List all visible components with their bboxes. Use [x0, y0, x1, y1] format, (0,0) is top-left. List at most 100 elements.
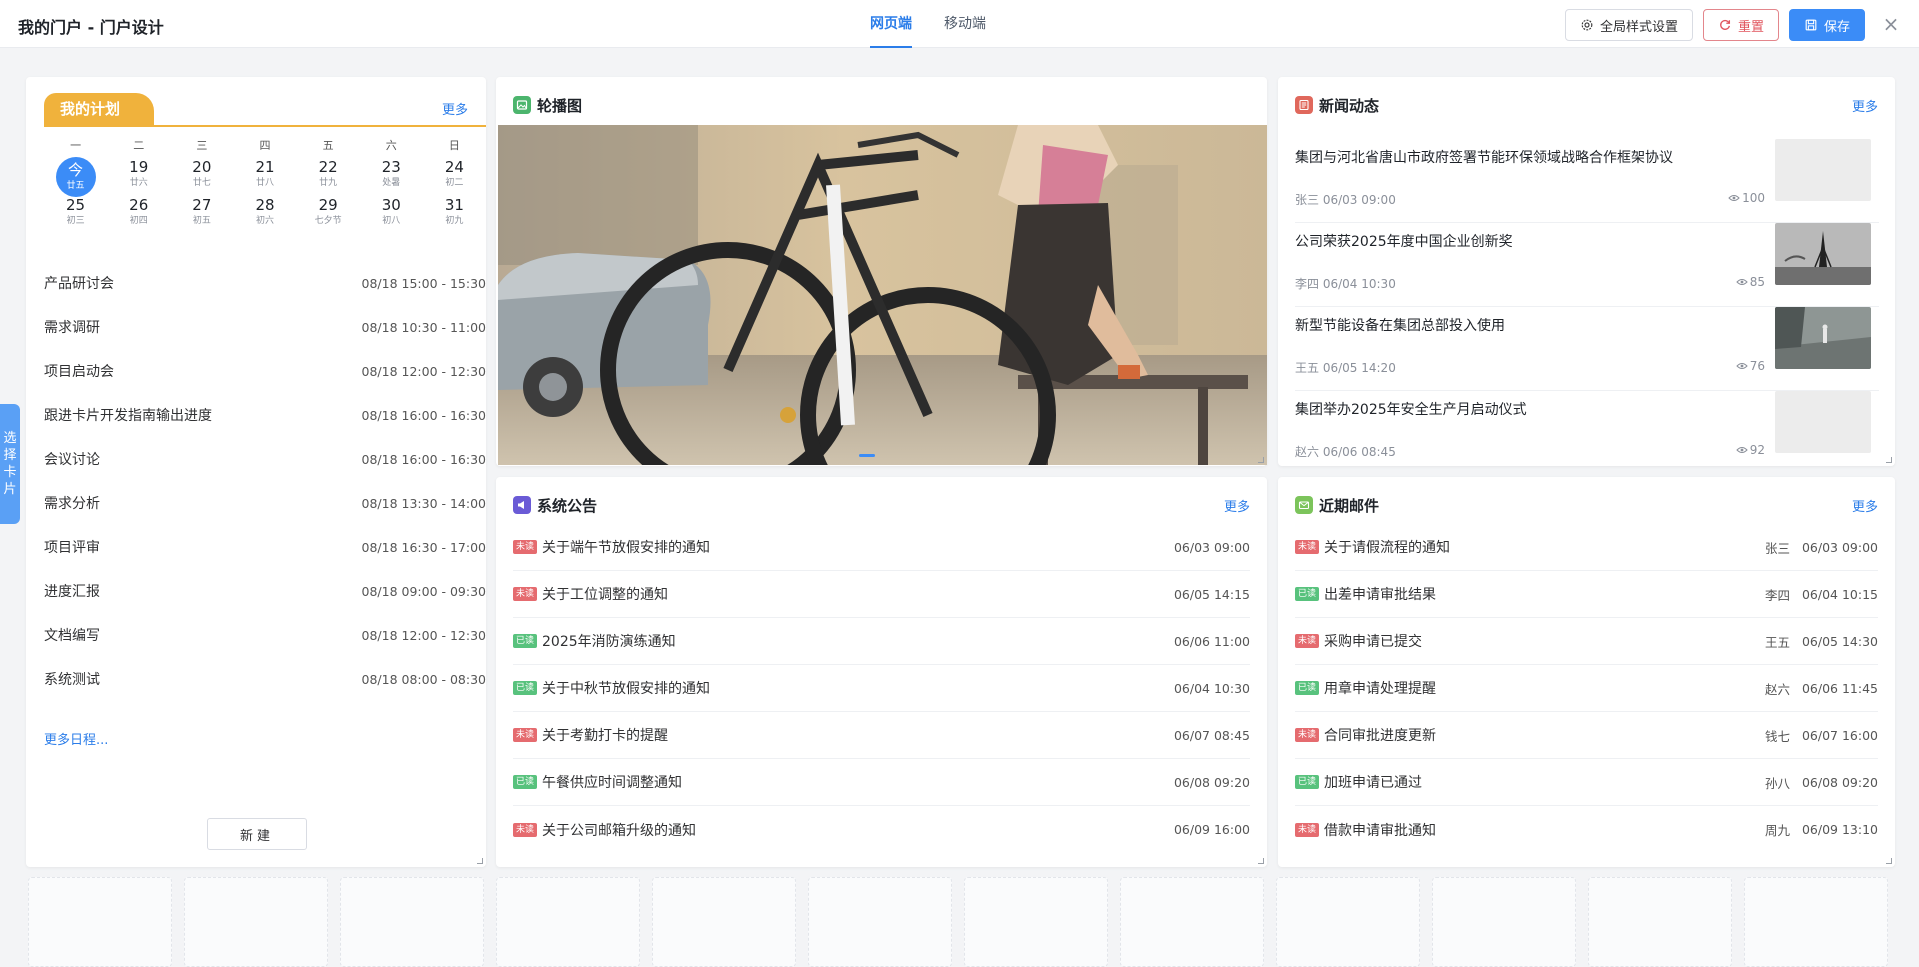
schedule-time: 08/18 16:30 - 17:00: [361, 539, 487, 555]
schedule-time: 08/18 08:00 - 08:30: [361, 671, 487, 687]
calendar-day[interactable]: 28 初六: [233, 195, 296, 237]
notice-item[interactable]: 未读 关于工位调整的通知 06/05 14:15: [513, 571, 1250, 618]
mail-item[interactable]: 未读 合同审批进度更新 钱七 06/07 16:00: [1295, 712, 1878, 759]
calendar-day[interactable]: 29 七夕节: [297, 195, 360, 237]
weekday: 六: [385, 139, 397, 152]
new-schedule-button[interactable]: 新建: [207, 818, 307, 850]
news-item[interactable]: 集团举办2025年安全生产月启动仪式 赵六 06/06 08:45 92: [1295, 391, 1879, 475]
news-view-count: 100: [1742, 191, 1765, 205]
schedule-name: 进度汇报: [44, 584, 100, 600]
notices-more-link[interactable]: 更多: [1224, 496, 1250, 515]
schedule-item[interactable]: 文档编写 08/18 12:00 - 12:30: [44, 613, 486, 657]
mails-more-link[interactable]: 更多: [1852, 496, 1878, 515]
save-button[interactable]: 保存: [1788, 9, 1865, 41]
plan-more-link[interactable]: 更多: [442, 99, 468, 118]
mail-sender: 赵六: [1764, 681, 1790, 697]
calendar-day-inner: 20 廿七: [170, 157, 233, 189]
schedule-item[interactable]: 跟进卡片开发指南输出进度 08/18 16:00 - 16:30: [44, 393, 486, 437]
calendar-day-inner: 19 廿六: [107, 157, 170, 189]
more-schedules-link[interactable]: 更多日程...: [44, 729, 108, 748]
notice-item[interactable]: 已读 关于中秋节放假安排的通知 06/04 10:30: [513, 665, 1250, 712]
calendar-lunar: 初九: [445, 216, 464, 226]
notice-item[interactable]: 未读 关于考勤打卡的提醒 06/07 08:45: [513, 712, 1250, 759]
empty-card-slot[interactable]: [28, 877, 172, 967]
unread-badge: 未读: [1295, 634, 1320, 648]
calendar-day[interactable]: 27 初五: [170, 195, 233, 237]
empty-card-slot[interactable]: [1120, 877, 1264, 967]
empty-card-slot[interactable]: [1432, 877, 1576, 967]
empty-card-slot[interactable]: [652, 877, 796, 967]
mail-item[interactable]: 已读 出差申请审批结果 李四 06/04 10:15: [1295, 571, 1878, 618]
notice-item[interactable]: 未读 关于端午节放假安排的通知 06/03 09:00: [513, 524, 1250, 571]
notice-date: 06/04 10:30: [1173, 680, 1250, 696]
calendar-day[interactable]: 22 廿九: [297, 157, 360, 199]
calendar-day-inner: 28 初六: [233, 195, 296, 227]
calendar-day[interactable]: 31 初九: [423, 195, 486, 237]
empty-card-slot[interactable]: [1276, 877, 1420, 967]
mail-item[interactable]: 未读 关于请假流程的通知 张三 06/03 09:00: [1295, 524, 1878, 571]
calendar-lunar: 初五: [192, 216, 211, 226]
calendar-day[interactable]: 25 初三: [44, 195, 107, 237]
tab-mobile[interactable]: 移动端: [944, 0, 986, 48]
calendar-day[interactable]: 23 处暑: [360, 157, 423, 199]
notice-item[interactable]: 已读 2025年消防演练通知 06/06 11:00: [513, 618, 1250, 665]
mail-item[interactable]: 未读 借款申请审批通知 周九 06/09 13:10: [1295, 806, 1878, 853]
news-more-link[interactable]: 更多: [1852, 96, 1878, 115]
empty-card-slot[interactable]: [964, 877, 1108, 967]
eye-icon: [1728, 195, 1740, 201]
notice-item[interactable]: 未读 关于公司邮箱升级的通知 06/09 16:00: [513, 806, 1250, 853]
reset-button[interactable]: 重置: [1702, 9, 1779, 41]
schedule-item[interactable]: 项目启动会 08/18 12:00 - 12:30: [44, 349, 486, 393]
empty-card-slot[interactable]: [808, 877, 952, 967]
empty-card-slot[interactable]: [184, 877, 328, 967]
schedule-item[interactable]: 系统测试 08/18 08:00 - 08:30: [44, 657, 486, 701]
calendar-day-inner: 24 初二: [423, 157, 486, 189]
calendar-lunar: 廿六: [129, 178, 148, 188]
calendar-day[interactable]: 30 初八: [360, 195, 423, 237]
resize-handle[interactable]: [1258, 457, 1264, 463]
header-actions: 全局样式设置 重置 保存: [1564, 9, 1865, 41]
plan-card: 我的计划 更多 一 二 三 四 五 六 日 今廿五 19 廿六 20 廿七 21 廿八 22 廿…: [26, 77, 486, 867]
weekday: 四: [259, 139, 271, 152]
schedule-item[interactable]: 需求分析 08/18 13:30 - 14:00: [44, 481, 486, 525]
calendar-day-inner: 30 初八: [360, 195, 423, 227]
schedule-item[interactable]: 产品研讨会 08/18 15:00 - 15:30: [44, 261, 486, 305]
notice-date: 06/08 09:20: [1173, 774, 1250, 790]
news-headline: 公司荣获2025年度中国企业创新奖: [1295, 234, 1513, 250]
side-tab-char: 择: [3, 448, 17, 463]
empty-card-slot[interactable]: [1744, 877, 1888, 967]
schedule-item[interactable]: 会议讨论 08/18 16:00 - 16:30: [44, 437, 486, 481]
news-title: 新闻动态: [1319, 96, 1380, 115]
resize-handle[interactable]: [1886, 457, 1892, 463]
carousel-image[interactable]: [498, 125, 1267, 465]
schedule-name: 需求分析: [44, 496, 100, 512]
mail-item[interactable]: 已读 用章申请处理提醒 赵六 06/06 11:45: [1295, 665, 1878, 712]
carousel-dot[interactable]: [859, 454, 875, 457]
global-style-button[interactable]: 全局样式设置: [1564, 9, 1693, 41]
resize-handle[interactable]: [477, 858, 483, 864]
schedule-item[interactable]: 项目评审 08/18 16:30 - 17:00: [44, 525, 486, 569]
calendar-day[interactable]: 19 廿六: [107, 157, 170, 199]
resize-handle[interactable]: [1886, 858, 1892, 864]
empty-card-slot[interactable]: [496, 877, 640, 967]
tab-web[interactable]: 网页端: [870, 0, 912, 48]
news-item[interactable]: 新型节能设备在集团总部投入使用 王五 06/05 14:20 76: [1295, 307, 1879, 391]
select-card-tab[interactable]: 选 择 卡 片: [0, 404, 20, 524]
notice-item[interactable]: 已读 午餐供应时间调整通知 06/08 09:20: [513, 759, 1250, 806]
empty-card-slot[interactable]: [340, 877, 484, 967]
mail-subject: 出差申请审批结果: [1324, 587, 1437, 603]
schedule-item[interactable]: 需求调研 08/18 10:30 - 11:00: [44, 305, 486, 349]
news-item[interactable]: 集团与河北省唐山市政府签署节能环保领域战略合作框架协议 张三 06/03 09:0…: [1295, 139, 1879, 223]
mail-item[interactable]: 已读 加班申请已通过 孙八 06/08 09:20: [1295, 759, 1878, 806]
calendar-day[interactable]: 21 廿八: [233, 157, 296, 199]
news-item[interactable]: 公司荣获2025年度中国企业创新奖 李四 06/04 10:30 85: [1295, 223, 1879, 307]
calendar-today[interactable]: 今廿五: [44, 157, 107, 199]
calendar-day[interactable]: 20 廿七: [170, 157, 233, 199]
mail-item[interactable]: 未读 采购申请已提交 王五 06/05 14:30: [1295, 618, 1878, 665]
resize-handle[interactable]: [1258, 858, 1264, 864]
empty-card-slot[interactable]: [1588, 877, 1732, 967]
calendar-day[interactable]: 24 初二: [423, 157, 486, 199]
calendar-day[interactable]: 26 初四: [107, 195, 170, 237]
schedule-item[interactable]: 进度汇报 08/18 09:00 - 09:30: [44, 569, 486, 613]
close-icon[interactable]: ×: [1879, 12, 1903, 36]
